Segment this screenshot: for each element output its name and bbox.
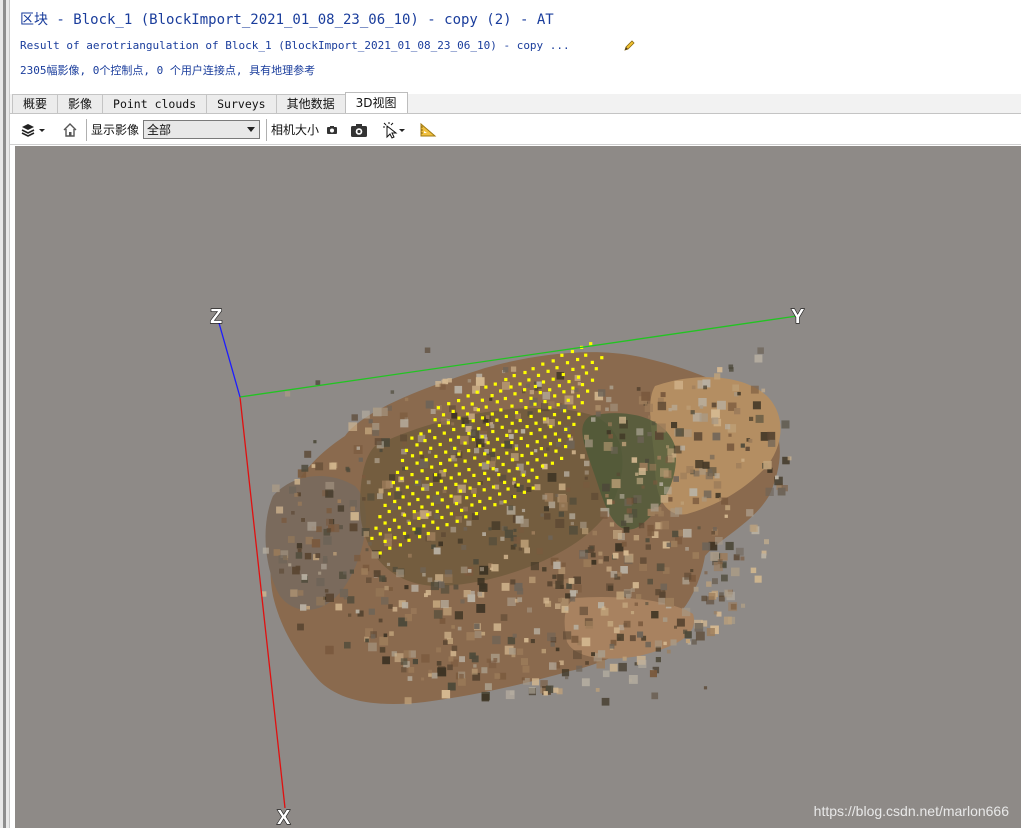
view-toolbar: 显示影像 全部 相机大小 (10, 115, 1021, 145)
tab-other-data[interactable]: 其他数据 (275, 94, 346, 113)
display-images-label: 显示影像 (91, 123, 140, 137)
toolbar-separator (266, 118, 268, 141)
chevron-down-icon (39, 128, 45, 132)
tab-surveys[interactable]: Surveys (206, 94, 277, 113)
tab-images[interactable]: 影像 (57, 94, 104, 113)
pencil-edit-icon[interactable] (622, 39, 636, 53)
layers-icon (21, 123, 45, 137)
ruler-triangle-icon (420, 122, 437, 136)
3d-viewport[interactable]: Z Y X https://blog.csdn.net/marlon666 (15, 146, 1021, 828)
home-icon (63, 122, 77, 137)
block-stats: 2305幅影像, 0个控制点, 0 个用户连接点, 具有地理参考 (20, 64, 316, 77)
home-view-button[interactable] (58, 118, 82, 142)
camera-small-icon (327, 125, 338, 134)
selection-tool-dropdown[interactable] (379, 118, 409, 142)
3d-scene[interactable]: Z Y X (15, 146, 1021, 828)
camera-size-large-button[interactable] (345, 118, 373, 142)
camera-size-small-button[interactable] (319, 118, 345, 142)
axis-x-label: X (277, 807, 291, 828)
block-description: Result of aerotriangulation of Block_1 (… (20, 39, 570, 52)
left-window-frame (0, 0, 10, 828)
chevron-down-icon (247, 127, 256, 132)
camera-large-icon (351, 123, 368, 137)
layers-dropdown-button[interactable] (18, 118, 50, 142)
point-cloud (261, 347, 792, 706)
measure-tool-button[interactable] (415, 118, 441, 142)
camera-size-label: 相机大小 (271, 123, 320, 137)
axis-y-label: Y (791, 306, 805, 328)
tab-overview[interactable]: 概要 (12, 94, 59, 113)
axis-z-label: Z (210, 306, 222, 328)
display-images-select[interactable]: 全部 (143, 120, 261, 139)
display-images-value: 全部 (147, 123, 172, 137)
tab-point-clouds[interactable]: Point clouds (102, 94, 208, 113)
block-title: 区块 - Block_1 (BlockImport_2021_01_08_23_… (20, 12, 554, 28)
tab-bar: 概要 影像 Point clouds Surveys 其他数据 3D视图 (10, 92, 1021, 114)
toolbar-separator (86, 118, 87, 141)
watermark-text: https://blog.csdn.net/marlon666 (813, 803, 1009, 819)
axis-z-line (218, 322, 241, 398)
select-cursor-icon (383, 121, 406, 139)
chevron-down-icon (399, 128, 406, 132)
tab-3d-view[interactable]: 3D视图 (344, 92, 408, 113)
block-header: 区块 - Block_1 (BlockImport_2021_01_08_23_… (10, 0, 1021, 94)
